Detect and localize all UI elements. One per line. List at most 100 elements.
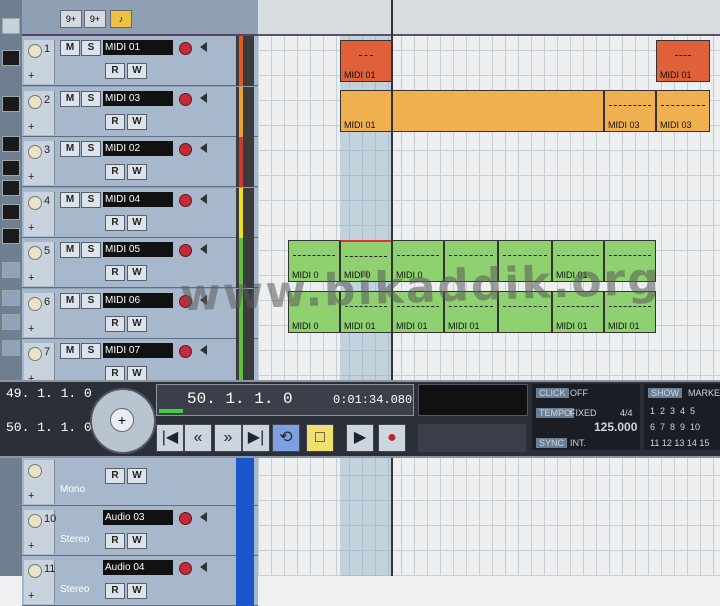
expand-icon[interactable]: + — [28, 540, 34, 552]
mute-button[interactable]: M — [60, 141, 80, 157]
record-enable-icon[interactable] — [179, 193, 192, 207]
write-button[interactable]: W — [127, 113, 147, 130]
expand-icon[interactable]: + — [28, 590, 34, 602]
inspector-slot[interactable] — [2, 96, 20, 112]
marker-row[interactable]: 1 2 3 4 5 — [650, 406, 695, 416]
go-to-start-button[interactable]: |◀ — [156, 424, 184, 452]
track-name[interactable]: MIDI 05 — [103, 242, 173, 257]
monitor-icon[interactable] — [200, 193, 207, 204]
midi-part[interactable]: MIDI 01 — [656, 40, 710, 82]
write-button[interactable]: W — [127, 468, 147, 484]
time-signature[interactable]: 4/4 — [620, 408, 633, 418]
toolbar-button-1[interactable]: 9+ — [60, 10, 82, 28]
monitor-icon[interactable] — [200, 562, 207, 572]
forward-button[interactable]: » — [214, 424, 242, 452]
write-button[interactable]: W — [127, 214, 147, 231]
mute-button[interactable]: M — [60, 40, 80, 56]
track-number-cell[interactable]: 4 + — [24, 191, 55, 236]
audio_tracks-track-row[interactable]: 10 + Stereo Audio 03 R W — [22, 506, 258, 556]
inspector-tab[interactable] — [2, 340, 20, 356]
play-button[interactable]: ▶ — [346, 424, 374, 452]
toolbar-button-2[interactable]: 9+ — [84, 10, 106, 28]
read-button[interactable]: R — [105, 583, 125, 599]
track-name[interactable]: MIDI 06 — [103, 292, 173, 308]
read-button[interactable]: R — [105, 113, 125, 130]
record-enable-icon[interactable] — [179, 42, 192, 55]
record-button[interactable]: ● — [378, 424, 406, 452]
read-button[interactable]: R — [105, 214, 125, 231]
tracks-track-row[interactable]: 4 + M S MIDI 04 R W — [22, 187, 258, 238]
record-enable-icon[interactable] — [179, 244, 192, 257]
write-button[interactable]: W — [127, 164, 147, 180]
track-name[interactable]: MIDI 02 — [103, 141, 173, 156]
audio_tracks-track-row[interactable]: 11 + Stereo Audio 04 R W — [22, 556, 258, 606]
track-number-cell[interactable]: 1 + — [24, 40, 55, 84]
inspector-slot[interactable] — [2, 50, 20, 66]
mute-button[interactable]: M — [60, 343, 80, 359]
read-button[interactable]: R — [105, 63, 125, 79]
expand-icon[interactable]: + — [28, 323, 34, 335]
inspector-slot[interactable] — [2, 160, 20, 176]
track-name[interactable]: MIDI 03 — [103, 90, 173, 106]
midi-part[interactable]: MIDI 03 — [656, 90, 710, 132]
track-number-cell[interactable]: 10 + — [24, 510, 56, 554]
marker-row[interactable]: 6 7 8 9 10 — [650, 422, 700, 432]
position-time[interactable]: 0:01:34.080 — [333, 393, 412, 407]
solo-button[interactable]: S — [81, 90, 101, 107]
write-button[interactable]: W — [127, 63, 147, 79]
note-icon[interactable]: ♪ — [110, 10, 132, 28]
monitor-icon[interactable] — [200, 512, 207, 522]
inspector-tab[interactable] — [2, 314, 20, 330]
show-button[interactable]: SHOW — [648, 388, 682, 398]
record-enable-icon[interactable] — [179, 345, 192, 358]
audio_tracks-track-row[interactable]: + Mono R W — [22, 456, 258, 506]
track-number-cell[interactable]: 6 + — [24, 292, 55, 337]
expand-icon[interactable]: + — [28, 490, 34, 502]
midi-part[interactable] — [392, 90, 604, 132]
solo-button[interactable]: S — [81, 191, 101, 208]
monitor-icon[interactable] — [200, 143, 207, 153]
track-name[interactable]: Audio 04 — [103, 560, 173, 575]
track-number-cell[interactable]: 5 + — [24, 242, 55, 286]
write-button[interactable]: W — [127, 315, 147, 332]
inspector-slot[interactable] — [2, 228, 20, 244]
rewind-button[interactable]: « — [184, 424, 212, 452]
mute-button[interactable]: M — [60, 90, 80, 107]
read-button[interactable]: R — [105, 468, 125, 484]
ruler[interactable] — [258, 0, 720, 36]
expand-icon[interactable]: + — [28, 272, 34, 284]
record-enable-icon[interactable] — [179, 92, 192, 106]
tracks-track-row[interactable]: 3 + M S MIDI 02 R W — [22, 137, 258, 187]
midi-part[interactable]: MIDI 03 — [604, 90, 656, 132]
record-enable-icon[interactable] — [179, 143, 192, 156]
write-button[interactable]: W — [127, 533, 147, 549]
monitor-icon[interactable] — [200, 42, 207, 52]
go-to-end-button[interactable]: ▶| — [242, 424, 270, 452]
solo-button[interactable]: S — [81, 141, 101, 157]
stop-button[interactable]: □ — [306, 424, 334, 452]
tempo-value[interactable]: 125.000 — [594, 420, 637, 434]
tracks-track-row[interactable]: 2 + M S MIDI 03 R W — [22, 86, 258, 137]
monitor-icon[interactable] — [200, 345, 207, 355]
marker-dropdown[interactable] — [418, 384, 528, 416]
track-number-cell[interactable]: 3 + — [24, 141, 55, 185]
expand-icon[interactable]: + — [28, 171, 34, 183]
left-locator[interactable]: 49. 1. 1. 0 — [6, 386, 92, 401]
track-name[interactable]: Audio 03 — [103, 510, 173, 525]
sync-label[interactable]: SYNC — [536, 438, 568, 448]
read-button[interactable]: R — [105, 315, 125, 332]
expand-icon[interactable]: + — [28, 222, 34, 234]
cycle-button[interactable]: ⟲ — [272, 424, 300, 452]
solo-button[interactable]: S — [81, 40, 101, 56]
midi-part[interactable]: MIDI 01 — [340, 90, 392, 132]
inspector-slot[interactable] — [2, 136, 20, 152]
nudge-buttons[interactable] — [418, 424, 526, 452]
track-name[interactable]: MIDI 04 — [103, 191, 173, 207]
solo-button[interactable]: S — [81, 343, 101, 359]
inspector-tab[interactable] — [2, 290, 20, 306]
solo-button[interactable]: S — [81, 292, 101, 309]
position-bars[interactable]: 50. 1. 1. 0 — [187, 390, 293, 408]
solo-button[interactable]: S — [81, 242, 101, 258]
expand-icon[interactable]: + — [28, 70, 34, 82]
write-button[interactable]: W — [127, 265, 147, 281]
